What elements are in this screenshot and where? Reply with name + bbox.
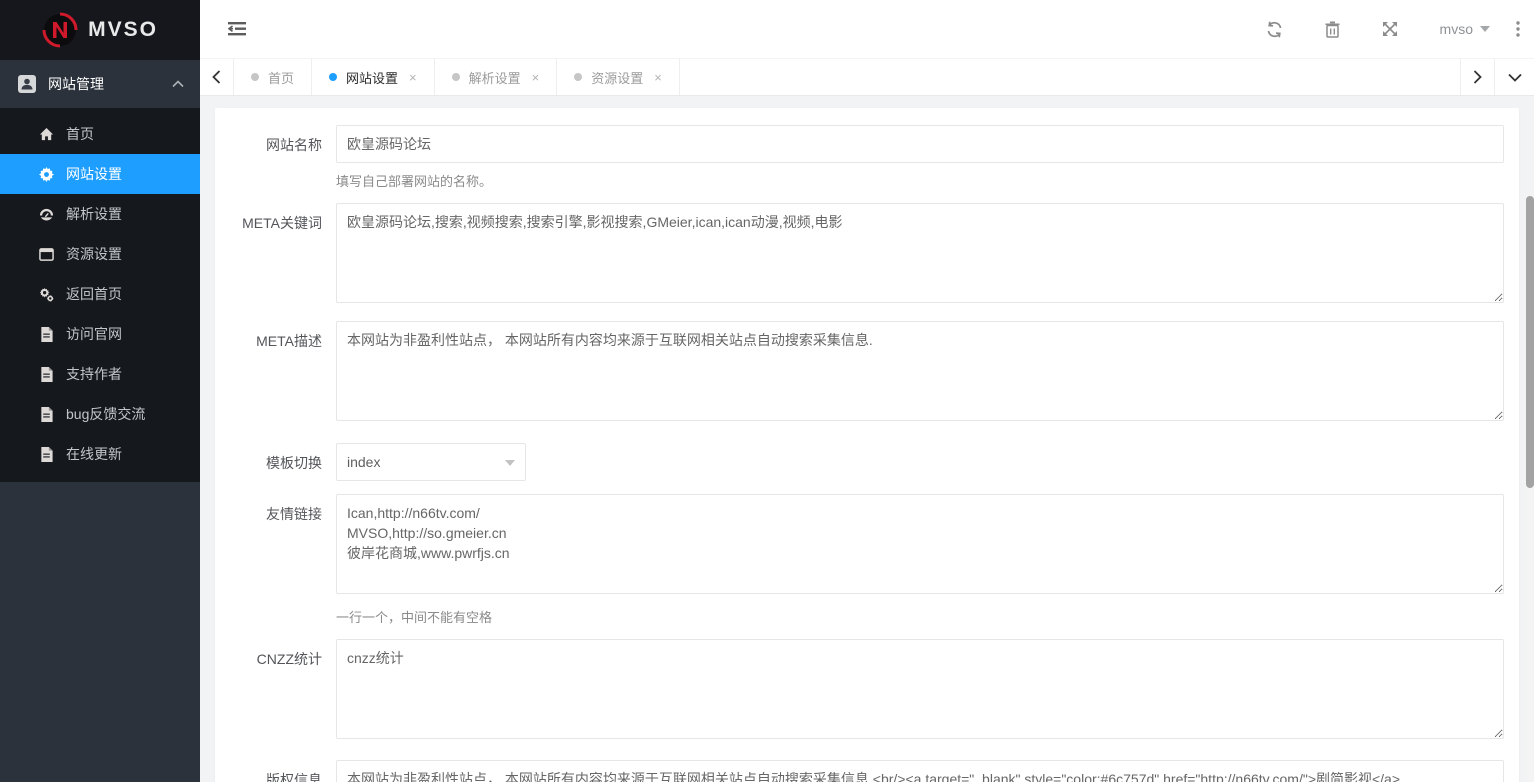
tab-site-settings[interactable]: 网站设置 × xyxy=(312,59,435,95)
field-label: META描述 xyxy=(230,321,322,351)
sidebar-item-online-update[interactable]: 在线更新 xyxy=(0,434,200,474)
field-label: CNZZ统计 xyxy=(230,639,322,669)
tab-status-dot xyxy=(251,73,259,81)
select-caret-icon xyxy=(505,460,515,466)
template-select-value: index xyxy=(347,454,380,470)
sidebar: MVSO 网站管理 首页 xyxy=(0,0,200,782)
sidebar-item-label: 资源设置 xyxy=(66,244,122,264)
file-icon xyxy=(38,446,54,462)
tab-status-dot xyxy=(574,73,582,81)
sidebar-item-label: 网站设置 xyxy=(66,164,122,184)
form-row-cnzz: CNZZ统计 cnzz统计 xyxy=(230,639,1504,744)
gear-icon xyxy=(38,166,54,182)
tab-home[interactable]: 首页 xyxy=(234,59,312,95)
sidebar-item-site-settings[interactable]: 网站设置 xyxy=(0,154,200,194)
tab-close-icon[interactable]: × xyxy=(532,70,540,85)
user-badge-icon xyxy=(18,75,36,93)
tab-label: 首页 xyxy=(268,68,294,87)
scrollbar-thumb[interactable] xyxy=(1526,196,1534,488)
tab-parse-settings[interactable]: 解析设置 × xyxy=(435,59,558,95)
field-hint: 填写自己部署网站的名称。 xyxy=(336,171,1504,190)
top-header: mvso xyxy=(200,0,1534,59)
form-row-friend-links: 友情链接 Ican,http://n66tv.com/ MVSO,http://… xyxy=(230,494,1504,626)
tab-label: 解析设置 xyxy=(469,68,521,87)
sidebar-group-label: 网站管理 xyxy=(48,74,172,94)
main-area: mvso 首页 网站设置 × 解析设置 × xyxy=(200,0,1534,782)
tab-label: 资源设置 xyxy=(591,68,643,87)
app-window: MVSO 网站管理 首页 xyxy=(0,0,1534,782)
field-label: 网站名称 xyxy=(230,125,322,155)
refresh-icon[interactable] xyxy=(1266,21,1283,38)
sidebar-item-label: bug反馈交流 xyxy=(66,404,145,424)
sidebar-item-label: 访问官网 xyxy=(66,324,122,344)
sidebar-menu: 首页 网站设置 解析设置 资源设置 xyxy=(0,108,200,482)
field-label: 模板切换 xyxy=(230,443,322,473)
sidebar-item-label: 在线更新 xyxy=(66,444,122,464)
username: mvso xyxy=(1440,21,1473,37)
sidebar-item-bug-feedback[interactable]: bug反馈交流 xyxy=(0,394,200,434)
field-label: META关键词 xyxy=(230,203,322,233)
template-select[interactable]: index xyxy=(336,443,526,481)
settings-form-card: 网站名称 填写自己部署网站的名称。 META关键词 欧皇源码论坛,搜索,视频搜索… xyxy=(215,108,1519,782)
field-hint: 一行一个，中间不能有空格 xyxy=(336,607,1504,626)
gauge-icon xyxy=(38,206,54,222)
site-name-input[interactable] xyxy=(336,125,1504,163)
tabs-scroll-right-icon[interactable] xyxy=(1460,59,1494,95)
form-row-template: 模板切换 index xyxy=(230,443,1504,481)
app-title: MVSO xyxy=(88,18,158,42)
tab-status-dot xyxy=(452,73,460,81)
sidebar-item-label: 支持作者 xyxy=(66,364,122,384)
kebab-menu-icon[interactable] xyxy=(1516,21,1520,37)
tab-bar: 首页 网站设置 × 解析设置 × 资源设置 × xyxy=(200,59,1534,96)
cogs-icon xyxy=(38,286,54,302)
sidebar-item-resource-settings[interactable]: 资源设置 xyxy=(0,234,200,274)
app-logo: MVSO xyxy=(0,0,200,60)
brand-logo-icon xyxy=(42,12,78,48)
form-row-copyright: 版权信息 本网站为非盈利性站点， 本网站所有内容均来源于互联网相关站点自动搜索采… xyxy=(230,760,1504,782)
vertical-scrollbar xyxy=(1526,193,1534,782)
tabs-scroll-left-icon[interactable] xyxy=(200,59,234,95)
field-label: 友情链接 xyxy=(230,494,322,524)
content-area: 网站名称 填写自己部署网站的名称。 META关键词 欧皇源码论坛,搜索,视频搜索… xyxy=(200,96,1534,782)
sidebar-item-official-site[interactable]: 访问官网 xyxy=(0,314,200,354)
sidebar-group-site-management[interactable]: 网站管理 xyxy=(0,60,200,108)
tab-status-dot xyxy=(329,73,337,81)
copyright-textarea[interactable]: 本网站为非盈利性站点， 本网站所有内容均来源于互联网相关站点自动搜索采集信息.<… xyxy=(336,760,1504,782)
file-icon xyxy=(38,366,54,382)
caret-down-icon xyxy=(1480,26,1490,32)
field-label: 版权信息 xyxy=(230,760,322,782)
tab-label: 网站设置 xyxy=(346,68,398,87)
meta-keywords-textarea[interactable]: 欧皇源码论坛,搜索,视频搜索,搜索引擎,影视搜索,GMeier,ican,ica… xyxy=(336,203,1504,303)
home-icon xyxy=(38,126,54,142)
friend-links-textarea[interactable]: Ican,http://n66tv.com/ MVSO,http://so.gm… xyxy=(336,494,1504,594)
chevron-up-icon xyxy=(172,80,184,88)
file-icon xyxy=(38,406,54,422)
file-icon xyxy=(38,326,54,342)
tabs-menu-icon[interactable] xyxy=(1494,59,1534,95)
meta-description-textarea[interactable]: 本网站为非盈利性站点， 本网站所有内容均来源于互联网相关站点自动搜索采集信息. xyxy=(336,321,1504,421)
sidebar-item-home[interactable]: 首页 xyxy=(0,114,200,154)
sidebar-collapse-icon[interactable] xyxy=(228,21,246,37)
sidebar-item-label: 解析设置 xyxy=(66,204,122,224)
sidebar-filler xyxy=(0,482,200,782)
tab-close-icon[interactable]: × xyxy=(654,70,662,85)
sidebar-item-support-author[interactable]: 支持作者 xyxy=(0,354,200,394)
fullscreen-icon[interactable] xyxy=(1382,21,1398,37)
form-row-meta-keywords: META关键词 欧皇源码论坛,搜索,视频搜索,搜索引擎,影视搜索,GMeier,… xyxy=(230,203,1504,308)
trash-icon[interactable] xyxy=(1325,21,1340,38)
cnzz-textarea[interactable]: cnzz统计 xyxy=(336,639,1504,739)
form-row-site-name: 网站名称 填写自己部署网站的名称。 xyxy=(230,125,1504,190)
form-row-meta-description: META描述 本网站为非盈利性站点， 本网站所有内容均来源于互联网相关站点自动搜… xyxy=(230,321,1504,426)
sidebar-item-label: 首页 xyxy=(66,124,94,144)
window-icon xyxy=(38,246,54,262)
sidebar-item-label: 返回首页 xyxy=(66,284,122,304)
sidebar-item-back-home[interactable]: 返回首页 xyxy=(0,274,200,314)
tab-close-icon[interactable]: × xyxy=(409,70,417,85)
sidebar-item-parse-settings[interactable]: 解析设置 xyxy=(0,194,200,234)
tab-resource-settings[interactable]: 资源设置 × xyxy=(557,59,680,95)
user-dropdown[interactable]: mvso xyxy=(1440,21,1490,37)
